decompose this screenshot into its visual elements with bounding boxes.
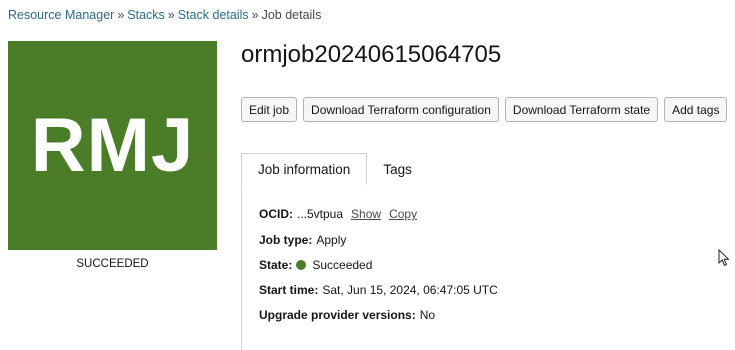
ocid-value: ...5vtpua <box>297 207 344 221</box>
breadcrumb-stacks[interactable]: Stacks <box>127 8 165 22</box>
ocid-row: OCID: ...5vtpua Show Copy <box>259 207 417 221</box>
job-type-value: Apply <box>316 233 347 247</box>
breadcrumb-separator: » <box>117 8 125 22</box>
job-information-panel: OCID: ...5vtpua Show Copy Job type: Appl… <box>241 184 735 350</box>
job-status-label: SUCCEEDED <box>76 258 149 270</box>
tab-tags[interactable]: Tags <box>367 153 428 185</box>
job-details-page: Resource Manager» Stacks» Stack details» Jo… <box>0 0 735 350</box>
ocid-label: OCID: <box>259 207 293 221</box>
upgrade-provider-row: Upgrade provider versions: No <box>259 308 435 322</box>
tab-bar: Job information Tags <box>241 153 428 185</box>
status-dot-icon <box>296 260 307 270</box>
ocid-show-link[interactable]: Show <box>351 207 381 221</box>
upgrade-provider-value: No <box>419 308 436 322</box>
download-terraform-state-button[interactable]: Download Terraform state <box>504 97 659 122</box>
state-row: State: Succeeded <box>259 258 372 272</box>
start-time-label: Start time: <box>259 283 319 297</box>
breadcrumb-separator: » <box>251 8 259 22</box>
job-avatar: RMJ <box>8 41 217 250</box>
edit-job-button[interactable]: Edit job <box>241 97 298 122</box>
download-terraform-configuration-button[interactable]: Download Terraform configuration <box>303 97 499 122</box>
avatar-initials: RMJ <box>30 103 195 188</box>
page-title: ormjob20240615064705 <box>241 41 502 68</box>
start-time-row: Start time: Sat, Jun 15, 2024, 06:47:05 … <box>259 283 498 297</box>
breadcrumb-resource-manager[interactable]: Resource Manager <box>8 8 114 22</box>
state-value: Succeeded <box>312 258 373 272</box>
upgrade-provider-label: Upgrade provider versions: <box>259 308 416 322</box>
breadcrumb-stack-details[interactable]: Stack details <box>178 8 249 22</box>
start-time-value: Sat, Jun 15, 2024, 06:47:05 UTC <box>322 283 498 297</box>
job-type-row: Job type: Apply <box>259 233 346 247</box>
add-tags-button[interactable]: Add tags <box>664 97 728 122</box>
breadcrumb-separator: » <box>167 8 175 22</box>
job-type-label: Job type: <box>259 233 313 247</box>
state-label: State: <box>259 258 293 272</box>
breadcrumb-current: Job details <box>261 8 322 22</box>
ocid-copy-link[interactable]: Copy <box>389 207 417 221</box>
breadcrumb: Resource Manager» Stacks» Stack details» Jo… <box>8 8 321 22</box>
tab-job-information[interactable]: Job information <box>241 153 368 185</box>
action-toolbar: Edit job Download Terraform configuratio… <box>241 97 728 122</box>
mouse-pointer-icon <box>718 249 730 267</box>
